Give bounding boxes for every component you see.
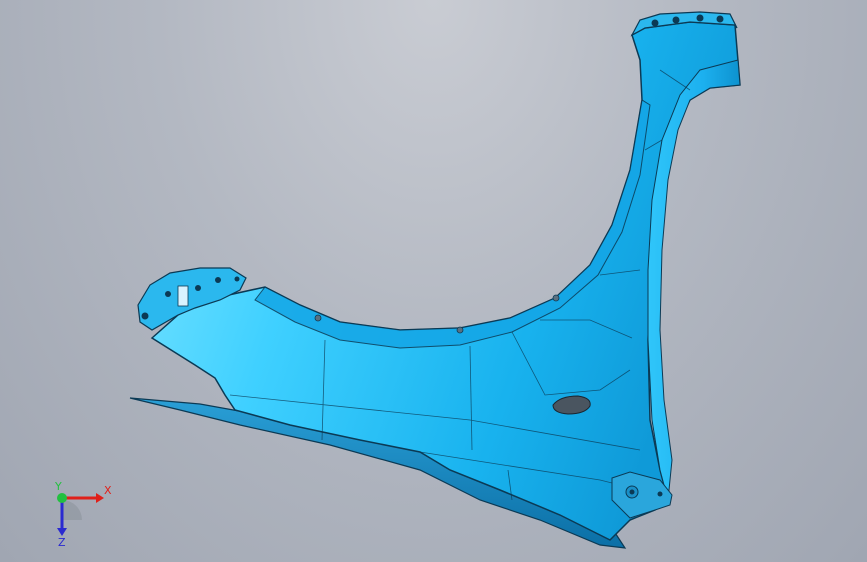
fender-part-model[interactable] [0,0,867,562]
y-axis-label: Y [54,480,62,493]
y-axis-dot [57,493,67,503]
x-axis-arrow [96,493,104,503]
x-axis-label: X [104,484,112,497]
z-axis-label: Z [58,536,66,549]
triad-shadow [62,500,82,520]
graphics-viewport[interactable]: X Y Z [0,0,867,562]
coordinate-triad: X Y Z [54,480,112,549]
z-axis-arrow [57,528,67,536]
